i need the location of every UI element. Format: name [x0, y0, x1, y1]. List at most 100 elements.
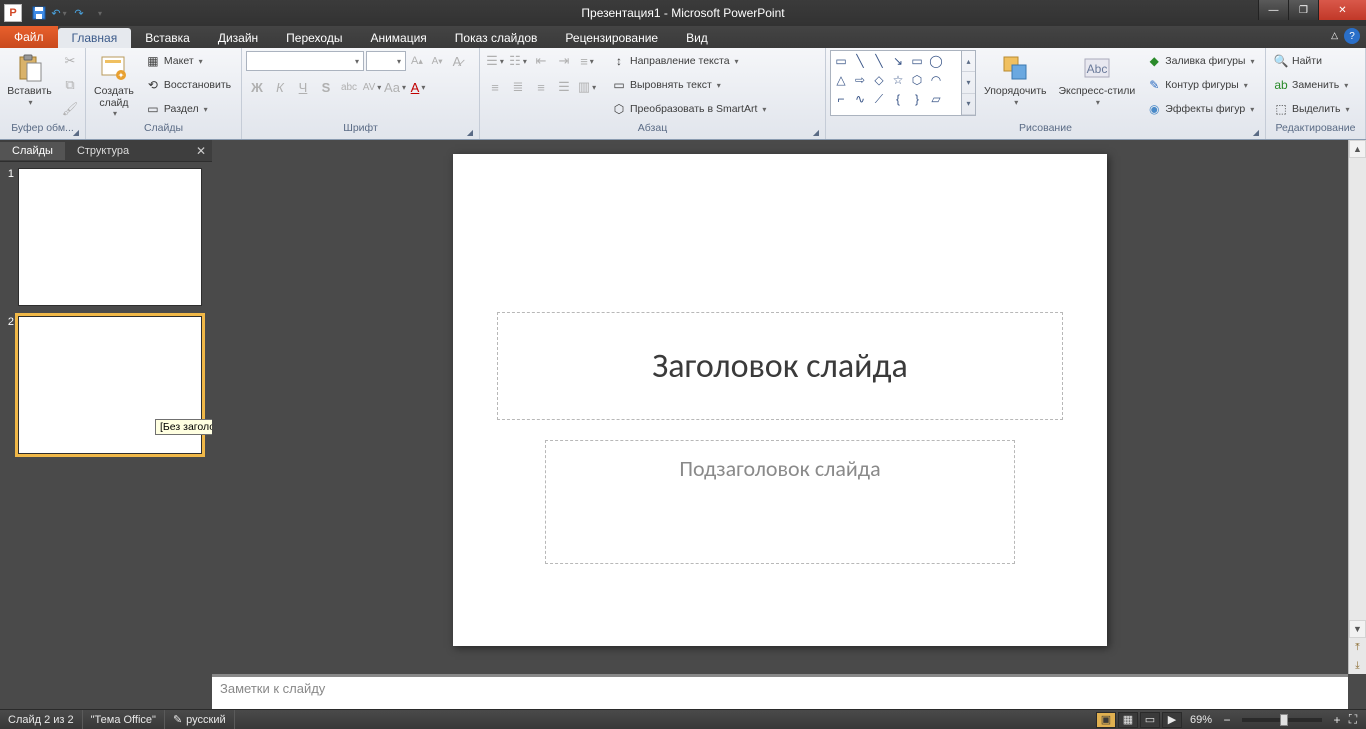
shape-oval[interactable]: ◯ — [927, 52, 945, 70]
select-button[interactable]: ⬚Выделить▾ — [1270, 98, 1352, 120]
font-dialog-launcher[interactable]: ◢ — [467, 128, 473, 137]
paste-button[interactable]: Вставить ▾ — [4, 50, 55, 109]
numbering-button[interactable]: ☷▾ — [507, 50, 529, 72]
bullets-button[interactable]: ☰▾ — [484, 50, 506, 72]
zoom-out-button[interactable]: − — [1220, 713, 1234, 727]
shape-arrow[interactable]: ↘ — [889, 52, 907, 70]
bold-button[interactable]: Ж — [246, 76, 268, 98]
reset-button[interactable]: ⟲Восстановить — [142, 74, 234, 96]
title-placeholder[interactable]: Заголовок слайда — [497, 312, 1063, 420]
increase-indent-button[interactable]: ⇥ — [553, 50, 575, 72]
thumb-2-canvas[interactable]: [Без заголовка] — [18, 316, 202, 454]
shape-brace2[interactable]: } — [908, 90, 926, 108]
panel-tab-outline[interactable]: Структура — [65, 142, 141, 160]
clipboard-dialog-launcher[interactable]: ◢ — [73, 128, 79, 137]
font-size-combo[interactable]: ▾ — [366, 51, 406, 71]
smartart-button[interactable]: ⬡Преобразовать в SmartArt▾ — [608, 98, 769, 120]
shape-connector[interactable]: ⌐ — [832, 90, 850, 108]
sorter-view-button[interactable]: ▦ — [1118, 712, 1138, 728]
shape-textbox[interactable]: ▭ — [832, 52, 850, 70]
next-slide-button[interactable]: ⤓ — [1349, 656, 1366, 674]
tab-transitions[interactable]: Переходы — [272, 28, 356, 48]
shapes-down[interactable]: ▾ — [962, 72, 975, 93]
quick-styles-button[interactable]: Abc Экспресс-стили▾ — [1054, 50, 1139, 109]
notes-pane[interactable]: Заметки к слайду — [212, 674, 1348, 709]
thumbnail-2[interactable]: 2 [Без заголовка] — [4, 316, 208, 454]
shapes-gallery[interactable]: ▭ ╲ ╲ ↘ ▭ ◯ △ ⇨ ◇ ☆ ⬡ ◠ ⌐ ∿ ⟋ { } — [830, 50, 962, 116]
justify-button[interactable]: ☰ — [553, 76, 575, 98]
tab-animation[interactable]: Анимация — [356, 28, 440, 48]
shape-triangle[interactable]: △ — [832, 71, 850, 89]
spacing-button[interactable]: AV▾ — [361, 76, 383, 98]
new-slide-button[interactable]: ✦ Создать слайд ▾ — [90, 50, 138, 120]
align-center-button[interactable]: ≣ — [507, 76, 529, 98]
thumbnail-1[interactable]: 1 — [4, 168, 208, 306]
grow-font-button[interactable]: A▴ — [408, 50, 426, 72]
columns-button[interactable]: ▥▾ — [576, 76, 598, 98]
minimize-button[interactable]: — — [1258, 0, 1288, 20]
zoom-thumb[interactable] — [1280, 714, 1288, 726]
scroll-down[interactable]: ▼ — [1349, 620, 1366, 638]
zoom-slider[interactable] — [1242, 718, 1322, 722]
close-button[interactable]: ✕ — [1318, 0, 1366, 20]
tab-insert[interactable]: Вставка — [131, 28, 204, 48]
shapes-up[interactable]: ▴ — [962, 51, 975, 72]
section-button[interactable]: ▭Раздел▾ — [142, 98, 234, 120]
shape-rect[interactable]: ▭ — [908, 52, 926, 70]
align-left-button[interactable]: ≡ — [484, 76, 506, 98]
replace-button[interactable]: abЗаменить▾ — [1270, 74, 1352, 96]
slide-canvas[interactable]: Заголовок слайда Подзаголовок слайда — [453, 154, 1107, 646]
shape-diamond[interactable]: ◇ — [870, 71, 888, 89]
shape-hex[interactable]: ⬡ — [908, 71, 926, 89]
arrange-button[interactable]: Упорядочить▾ — [980, 50, 1050, 109]
line-spacing-button[interactable]: ≡▾ — [576, 50, 598, 72]
underline-button[interactable]: Ч — [292, 76, 314, 98]
thumb-1-canvas[interactable] — [18, 168, 202, 306]
change-case-button[interactable]: Aa▾ — [384, 76, 406, 98]
scroll-up[interactable]: ▲ — [1349, 140, 1366, 158]
tab-design[interactable]: Дизайн — [204, 28, 272, 48]
redo-button[interactable]: ↷ — [70, 4, 88, 22]
shape-action[interactable]: ▱ — [927, 90, 945, 108]
align-right-button[interactable]: ≡ — [530, 76, 552, 98]
find-button[interactable]: 🔍Найти — [1270, 50, 1352, 72]
shape-freeform[interactable]: ⟋ — [870, 90, 888, 108]
language-indicator[interactable]: ✎ русский — [165, 710, 235, 729]
shape-brace[interactable]: { — [889, 90, 907, 108]
slide-indicator[interactable]: Слайд 2 из 2 — [0, 710, 83, 729]
normal-view-button[interactable]: ▣ — [1096, 712, 1116, 728]
copy-button[interactable]: ⧉ — [59, 74, 81, 96]
shape-curve[interactable]: ∿ — [851, 90, 869, 108]
tab-file[interactable]: Файл — [0, 26, 58, 48]
shrink-font-button[interactable]: A▾ — [428, 50, 446, 72]
align-text-button[interactable]: ▭Выровнять текст▾ — [608, 74, 769, 96]
reading-view-button[interactable]: ▭ — [1140, 712, 1160, 728]
drawing-dialog-launcher[interactable]: ◢ — [1253, 128, 1259, 137]
shape-outline-button[interactable]: ✎Контур фигуры▾ — [1143, 74, 1257, 96]
shape-fill-button[interactable]: ◆Заливка фигуры▾ — [1143, 50, 1257, 72]
undo-button[interactable]: ↶▾ — [50, 4, 68, 22]
tab-view[interactable]: Вид — [672, 28, 722, 48]
decrease-indent-button[interactable]: ⇤ — [530, 50, 552, 72]
format-painter-button[interactable]: 🖌 — [59, 98, 81, 120]
shape-line[interactable]: ╲ — [851, 52, 869, 70]
save-button[interactable] — [30, 4, 48, 22]
strike-button[interactable]: S — [315, 76, 337, 98]
shape-arrow-r[interactable]: ⇨ — [851, 71, 869, 89]
slide-editor[interactable]: Заголовок слайда Подзаголовок слайда — [212, 140, 1348, 674]
scroll-track[interactable] — [1349, 158, 1366, 620]
font-color-button[interactable]: A▾ — [407, 76, 429, 98]
prev-slide-button[interactable]: ⤒ — [1349, 638, 1366, 656]
shapes-more[interactable]: ▾ — [962, 94, 975, 115]
subtitle-placeholder[interactable]: Подзаголовок слайда — [545, 440, 1015, 564]
italic-button[interactable]: К — [269, 76, 291, 98]
shape-effects-button[interactable]: ◉Эффекты фигур▾ — [1143, 98, 1257, 120]
vertical-scrollbar[interactable]: ▲ ▼ ⤒ ⤓ — [1348, 140, 1366, 674]
panel-tab-slides[interactable]: Слайды — [0, 142, 65, 160]
clear-format-button[interactable]: A̷ — [448, 50, 466, 72]
tab-review[interactable]: Рецензирование — [551, 28, 672, 48]
shape-callout[interactable]: ◠ — [927, 71, 945, 89]
zoom-percent[interactable]: 69% — [1190, 714, 1212, 726]
layout-button[interactable]: ▦Макет▾ — [142, 50, 234, 72]
slideshow-view-button[interactable]: ▶ — [1162, 712, 1182, 728]
